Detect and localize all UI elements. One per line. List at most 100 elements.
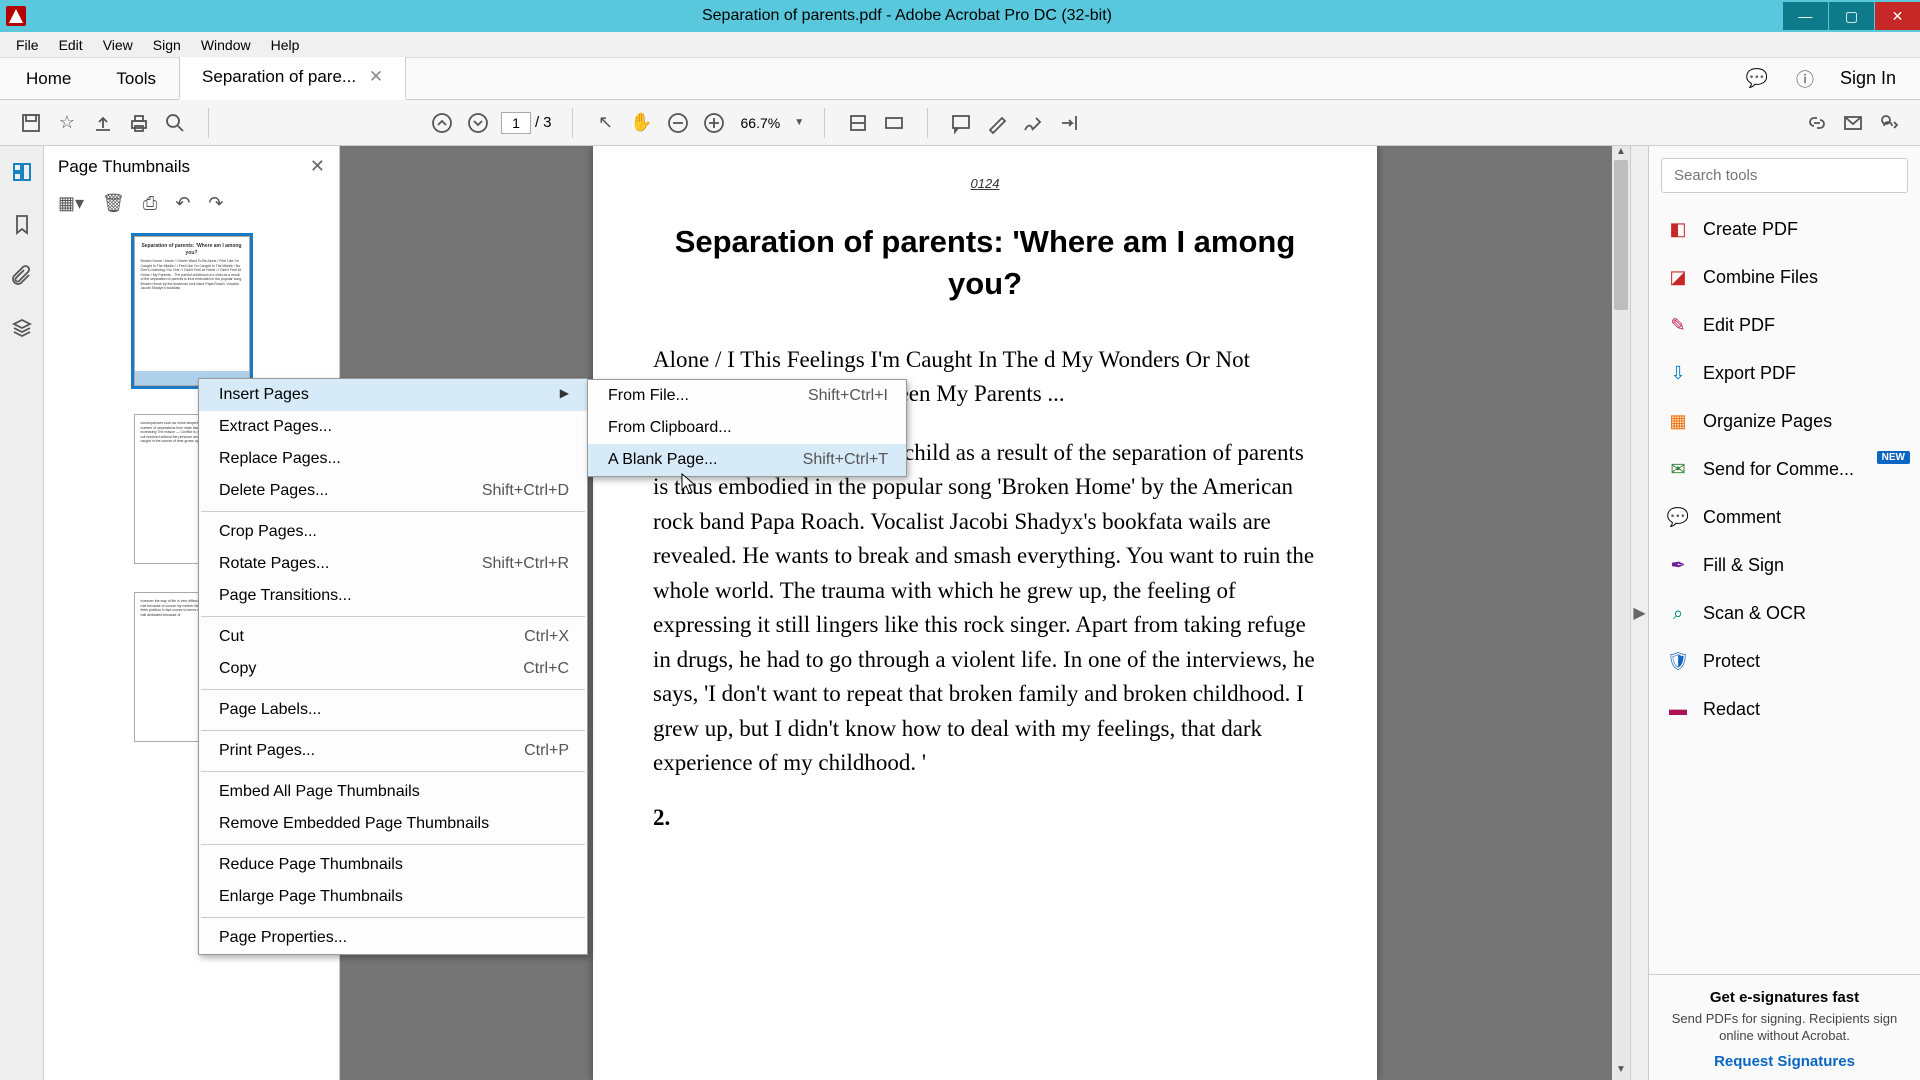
ctx-shortcut: Shift+Ctrl+I — [808, 387, 888, 405]
tool-label: Combine Files — [1703, 267, 1818, 288]
fit-page-icon[interactable] — [881, 110, 907, 136]
highlight-icon[interactable] — [984, 110, 1010, 136]
print-icon[interactable] — [126, 110, 152, 136]
zoom-out-icon[interactable] — [665, 110, 691, 136]
close-thumbnails-icon[interactable]: ✕ — [310, 156, 325, 177]
minimize-button[interactable]: — — [1782, 2, 1828, 30]
zoom-value[interactable]: 66.7% — [737, 113, 785, 133]
thumbnail-tools: ▦▾ 🗑 ⎙ ↶ ↷ — [44, 187, 339, 228]
tab-tools[interactable]: Tools — [94, 59, 179, 99]
tool-edit-pdf[interactable]: ✎Edit PDF — [1649, 301, 1920, 349]
bookmark-icon[interactable] — [10, 212, 34, 236]
ctx-label: Reduce Page Thumbnails — [219, 856, 403, 874]
menu-edit[interactable]: Edit — [49, 34, 93, 56]
tool-fill-sign[interactable]: ✒Fill & Sign — [1649, 541, 1920, 589]
ctx-cut[interactable]: CutCtrl+X — [199, 621, 587, 653]
thumbnails-icon[interactable] — [10, 160, 34, 184]
toolbar: ☆ / 3 ↖ ✋ 66.7%▼ — [0, 100, 1920, 146]
maximize-button[interactable]: ▢ — [1828, 2, 1874, 30]
page-current-input[interactable] — [501, 112, 531, 134]
thumb-delete-icon[interactable]: 🗑 — [102, 193, 125, 214]
ctx-label: A Blank Page... — [608, 451, 717, 469]
tool-comment[interactable]: 💬Comment — [1649, 493, 1920, 541]
notifications-icon[interactable]: 💬 — [1744, 66, 1770, 92]
thumb-rotate-ccw-icon[interactable]: ↶ — [175, 193, 190, 214]
tool-redact[interactable]: ▬Redact — [1649, 685, 1920, 733]
menu-help[interactable]: Help — [261, 34, 310, 56]
ctx-enlarge-page-thumbnails[interactable]: Enlarge Page Thumbnails — [199, 881, 587, 913]
ctx-remove-embedded-page-thumbnails[interactable]: Remove Embedded Page Thumbnails — [199, 808, 587, 840]
menu-window[interactable]: Window — [191, 34, 261, 56]
save-icon[interactable] — [18, 110, 44, 136]
esign-body: Send PDFs for signing. Recipients sign o… — [1665, 1010, 1904, 1045]
sign-icon[interactable] — [1020, 110, 1046, 136]
tool-label: Fill & Sign — [1703, 555, 1784, 576]
tool-icon: ✉ — [1667, 458, 1689, 480]
page-down-icon[interactable] — [465, 110, 491, 136]
ctx-sub-from-clipboard-[interactable]: From Clipboard... — [588, 412, 906, 444]
menu-sign[interactable]: Sign — [143, 34, 191, 56]
menu-file[interactable]: File — [6, 34, 49, 56]
thumb-options-icon[interactable]: ▦▾ — [58, 193, 84, 214]
page-thumbnail-1[interactable]: Separation of parents: 'Where am I among… — [134, 236, 250, 386]
search-icon[interactable] — [162, 110, 188, 136]
ctx-page-labels-[interactable]: Page Labels... — [199, 694, 587, 726]
rightpane-collapse-handle[interactable]: ▶ — [1630, 146, 1648, 1080]
ctx-copy[interactable]: CopyCtrl+C — [199, 653, 587, 685]
ctx-replace-pages-[interactable]: Replace Pages... — [199, 443, 587, 475]
email-icon[interactable] — [1840, 110, 1866, 136]
ctx-label: Crop Pages... — [219, 523, 317, 541]
thumb-rotate-cw-icon[interactable]: ↷ — [208, 193, 223, 214]
upload-icon[interactable] — [90, 110, 116, 136]
ctx-label: Cut — [219, 628, 244, 646]
ctx-crop-pages-[interactable]: Crop Pages... — [199, 516, 587, 548]
document-scrollbar[interactable]: ▲ ▼ — [1612, 146, 1630, 1080]
ctx-embed-all-page-thumbnails[interactable]: Embed All Page Thumbnails — [199, 776, 587, 808]
tool-label: Send for Comme... — [1703, 459, 1854, 480]
left-rail — [0, 146, 44, 1080]
ctx-insert-pages[interactable]: Insert Pages▶From File...Shift+Ctrl+IFro… — [199, 379, 587, 411]
ctx-sub-from-file-[interactable]: From File...Shift+Ctrl+I — [588, 380, 906, 412]
selection-tool-icon[interactable]: ↖ — [593, 110, 619, 136]
tool-export-pdf[interactable]: ⇩Export PDF — [1649, 349, 1920, 397]
tool-icon: ◧ — [1667, 218, 1689, 240]
ctx-rotate-pages-[interactable]: Rotate Pages...Shift+Ctrl+R — [199, 548, 587, 580]
menu-view[interactable]: View — [93, 34, 143, 56]
ctx-delete-pages-[interactable]: Delete Pages...Shift+Ctrl+D — [199, 475, 587, 507]
fit-width-icon[interactable] — [845, 110, 871, 136]
thumb-print-icon[interactable]: ⎙ — [143, 193, 157, 214]
tab-home[interactable]: Home — [4, 59, 94, 99]
zoom-in-icon[interactable] — [701, 110, 727, 136]
help-icon[interactable]: ⓘ — [1792, 66, 1818, 92]
ctx-extract-pages-[interactable]: Extract Pages... — [199, 411, 587, 443]
page-up-icon[interactable] — [429, 110, 455, 136]
link-icon[interactable] — [1804, 110, 1830, 136]
signin-link[interactable]: Sign In — [1840, 68, 1896, 89]
tool-protect[interactable]: 🛡Protect — [1649, 637, 1920, 685]
request-signatures-link[interactable]: Request Signatures — [1665, 1053, 1904, 1070]
ctx-sub-a-blank-page-[interactable]: A Blank Page... Shift+Ctrl+T — [588, 444, 906, 476]
attachment-icon[interactable] — [10, 264, 34, 288]
tool-organize-pages[interactable]: ▦Organize Pages — [1649, 397, 1920, 445]
tool-combine-files[interactable]: ◪Combine Files — [1649, 253, 1920, 301]
star-icon[interactable]: ☆ — [54, 110, 80, 136]
tool-send-for-comme-[interactable]: ✉ Send for Comme... NEW — [1649, 445, 1920, 493]
tab-close-icon[interactable]: ✕ — [369, 67, 383, 86]
ctx-print-pages-[interactable]: Print Pages...Ctrl+P — [199, 735, 587, 767]
tool-create-pdf[interactable]: ◧Create PDF — [1649, 205, 1920, 253]
layers-icon[interactable] — [10, 316, 34, 340]
hand-tool-icon[interactable]: ✋ — [629, 110, 655, 136]
ctx-page-properties-[interactable]: Page Properties... — [199, 922, 587, 954]
close-button[interactable]: ✕ — [1874, 2, 1920, 30]
search-tools-input[interactable] — [1661, 158, 1908, 193]
tool-icon: ✎ — [1667, 314, 1689, 336]
ctx-shortcut: Shift+Ctrl+T — [803, 451, 888, 469]
tool-scan-ocr[interactable]: ⌕Scan & OCR — [1649, 589, 1920, 637]
more-tools-icon[interactable] — [1056, 110, 1082, 136]
share-icon[interactable] — [1876, 110, 1902, 136]
new-badge: NEW — [1877, 451, 1910, 464]
tab-document[interactable]: Separation of pare... ✕ — [179, 57, 406, 100]
ctx-page-transitions-[interactable]: Page Transitions... — [199, 580, 587, 612]
ctx-reduce-page-thumbnails[interactable]: Reduce Page Thumbnails — [199, 849, 587, 881]
comment-icon[interactable] — [948, 110, 974, 136]
